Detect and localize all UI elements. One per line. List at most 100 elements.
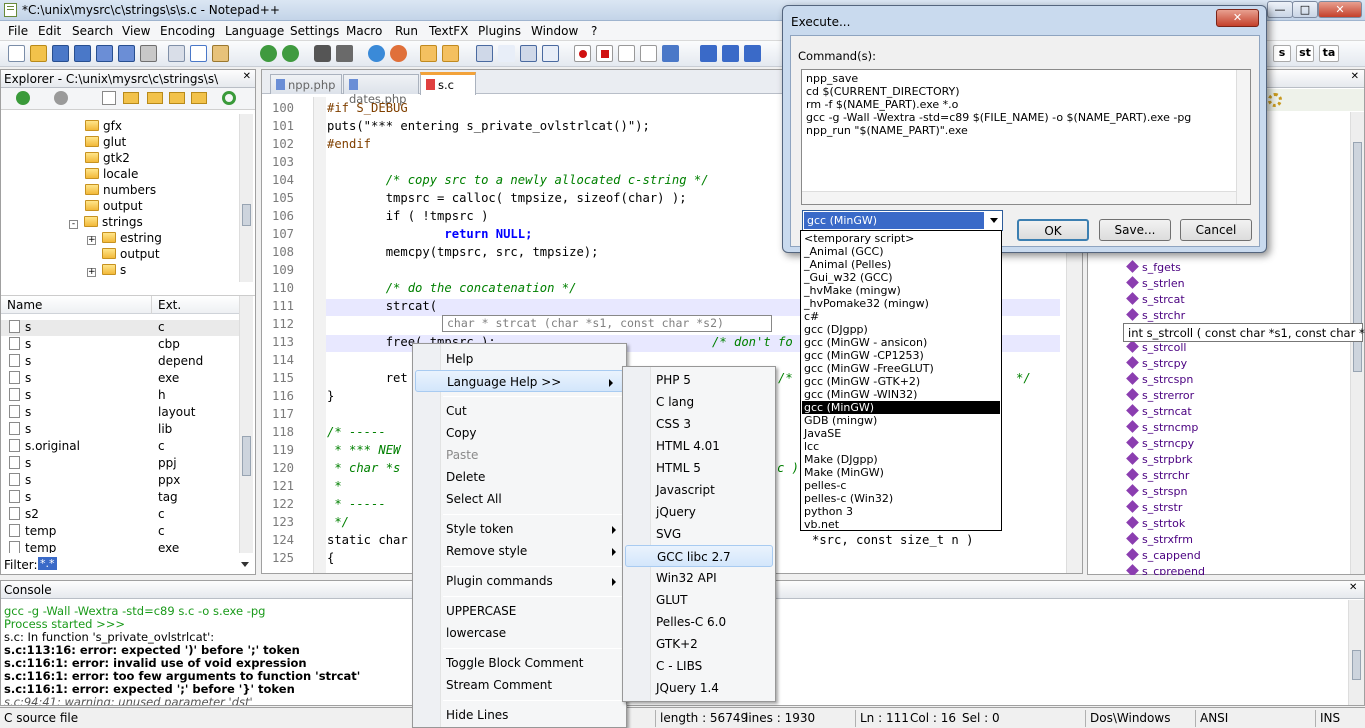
language-help-item[interactable]: Win32 API [623, 567, 775, 589]
back-icon[interactable] [16, 91, 30, 105]
filter-input[interactable]: *.* [38, 557, 57, 570]
print-icon[interactable] [140, 45, 157, 62]
cancel-button[interactable]: Cancel [1180, 219, 1252, 241]
explorer-close-button[interactable]: ✕ [243, 71, 251, 82]
new-folder-icon[interactable] [123, 92, 139, 104]
function-item[interactable]: s_strcspn [1126, 372, 1193, 389]
function-list-scrollbar[interactable] [1350, 112, 1364, 574]
function-item[interactable]: s_strncmp [1126, 420, 1198, 437]
menu-view[interactable]: View [122, 24, 150, 38]
undo-icon[interactable] [260, 45, 277, 62]
menu-item-copy[interactable]: Copy [413, 422, 626, 444]
language-help-item[interactable]: GCC libc 2.7 [625, 545, 773, 567]
script-option[interactable]: Make (MinGW) [802, 466, 1000, 479]
tree-item-gfx[interactable]: gfx [85, 119, 122, 135]
function-item[interactable]: s_strcoll [1126, 340, 1186, 357]
tab-npp-php[interactable]: npp.php [270, 74, 342, 94]
function-item[interactable]: s_strcpy [1126, 356, 1187, 373]
tree-item-gtk2[interactable]: gtk2 [85, 151, 130, 167]
script-select[interactable]: gcc (MinGW) [802, 210, 1003, 231]
menu-item-select-all[interactable]: Select All [413, 488, 626, 510]
paste-icon[interactable] [212, 45, 229, 62]
tree-item-s[interactable]: + s [87, 263, 126, 279]
tree-item-estring[interactable]: + estring [87, 231, 162, 247]
language-help-item[interactable]: HTML 4.01 [623, 435, 775, 457]
function-item[interactable]: s_strncpy [1126, 436, 1194, 453]
menu-item-lowercase[interactable]: lowercase [413, 622, 626, 644]
tree-item-output-2[interactable]: output [102, 247, 160, 263]
file-list-scrollbar[interactable] [239, 296, 253, 553]
menu-item-plugin-commands[interactable]: Plugin commands [413, 570, 626, 592]
minimize-button[interactable]: — [1267, 1, 1293, 18]
expand-icon[interactable]: + [87, 236, 96, 245]
function-item[interactable]: s_cappend [1126, 548, 1201, 565]
s-button[interactable]: s [1273, 45, 1291, 62]
function-item[interactable]: s_strstr [1126, 500, 1182, 517]
zoom-out-icon[interactable] [390, 45, 407, 62]
file-row[interactable]: s cbp [1, 337, 239, 353]
file-row[interactable]: s layout [1, 405, 239, 421]
textarea-vscroll[interactable] [1236, 70, 1250, 204]
tree-item-numbers[interactable]: numbers [85, 183, 156, 199]
script-option[interactable]: <temporary script> [802, 232, 1000, 245]
tab-dates-php[interactable]: dates.php [343, 74, 419, 106]
menu-item-help[interactable]: Help [413, 348, 626, 370]
function-item[interactable]: s_strcat [1126, 292, 1185, 309]
indent-guide-icon[interactable] [520, 45, 537, 62]
menu-item-toggle-block-comment[interactable]: Toggle Block Comment [413, 652, 626, 674]
menu-help[interactable]: ? [591, 24, 597, 38]
file-row[interactable]: s ppx [1, 473, 239, 489]
console-close-button[interactable]: ✕ [1349, 582, 1357, 593]
menu-macro[interactable]: Macro [346, 24, 382, 38]
menu-edit[interactable]: Edit [38, 24, 61, 38]
gear-icon[interactable] [1268, 93, 1282, 107]
close-file-icon[interactable] [96, 45, 113, 62]
filter-dropdown-icon[interactable] [241, 562, 249, 567]
menu-window[interactable]: Window [531, 24, 578, 38]
tree-scrollbar[interactable] [239, 114, 253, 282]
language-help-item[interactable]: PHP 5 [623, 369, 775, 391]
console-scrollbar[interactable] [1348, 600, 1364, 705]
menu-textfx[interactable]: TextFX [429, 24, 468, 38]
menu-item-paste[interactable]: Paste [413, 444, 626, 466]
tree-item-locale[interactable]: locale [85, 167, 138, 183]
column-name[interactable]: Name [7, 298, 42, 312]
file-row[interactable]: s ppj [1, 456, 239, 472]
file-row[interactable]: s tag [1, 490, 239, 506]
script-option[interactable]: _Animal (GCC) [802, 245, 1000, 258]
menu-search[interactable]: Search [72, 24, 113, 38]
new-file-icon[interactable] [8, 45, 25, 62]
file-row[interactable]: sc [1, 320, 239, 336]
language-help-item[interactable]: GTK+2 [623, 633, 775, 655]
script-option[interactable]: gcc (MinGW -WIN32) [802, 388, 1000, 401]
tree-item-output[interactable]: output [85, 199, 143, 215]
play-macro-icon[interactable] [618, 45, 635, 62]
script-option[interactable]: c# [802, 310, 1000, 323]
stop-macro-icon[interactable] [596, 45, 613, 62]
expand-icon[interactable]: + [87, 268, 96, 277]
close-button[interactable]: ✕ [1318, 1, 1362, 18]
open-file-icon[interactable] [30, 45, 47, 62]
save-macro-icon[interactable] [662, 45, 679, 62]
script-option[interactable]: gcc (MinGW -CP1253) [802, 349, 1000, 362]
menu-item-hide-lines[interactable]: Hide Lines [413, 704, 626, 726]
commands-textarea[interactable]: npp_save cd $(CURRENT_DIRECTORY) rm -f $(N… [801, 69, 1251, 205]
function-item[interactable]: s_strlen [1126, 276, 1185, 293]
show-symbols-icon[interactable] [498, 45, 515, 62]
function-item[interactable]: s_strtok [1126, 516, 1185, 533]
language-help-item[interactable]: JQuery 1.4 [623, 677, 775, 699]
function-item[interactable]: s_strrchr [1126, 468, 1189, 485]
script-option[interactable]: _hvPomake32 (mingw) [802, 297, 1000, 310]
sync-v-icon[interactable] [420, 45, 437, 62]
find-folder-icon[interactable] [147, 92, 163, 104]
file-row[interactable]: temp exe [1, 541, 239, 553]
script-option[interactable]: _hvMake (mingw) [802, 284, 1000, 297]
script-option[interactable]: pelles-c [802, 479, 1000, 492]
script-option[interactable]: gcc (MinGW - ansicon) [802, 336, 1000, 349]
language-help-item[interactable]: CSS 3 [623, 413, 775, 435]
script-option[interactable]: _Gui_w32 (GCC) [802, 271, 1000, 284]
script-option[interactable]: Make (DJgpp) [802, 453, 1000, 466]
function-item[interactable]: s_strxfrm [1126, 532, 1193, 549]
function-item[interactable]: s_strncat [1126, 404, 1192, 421]
menu-item-style-token[interactable]: Style token [413, 518, 626, 540]
